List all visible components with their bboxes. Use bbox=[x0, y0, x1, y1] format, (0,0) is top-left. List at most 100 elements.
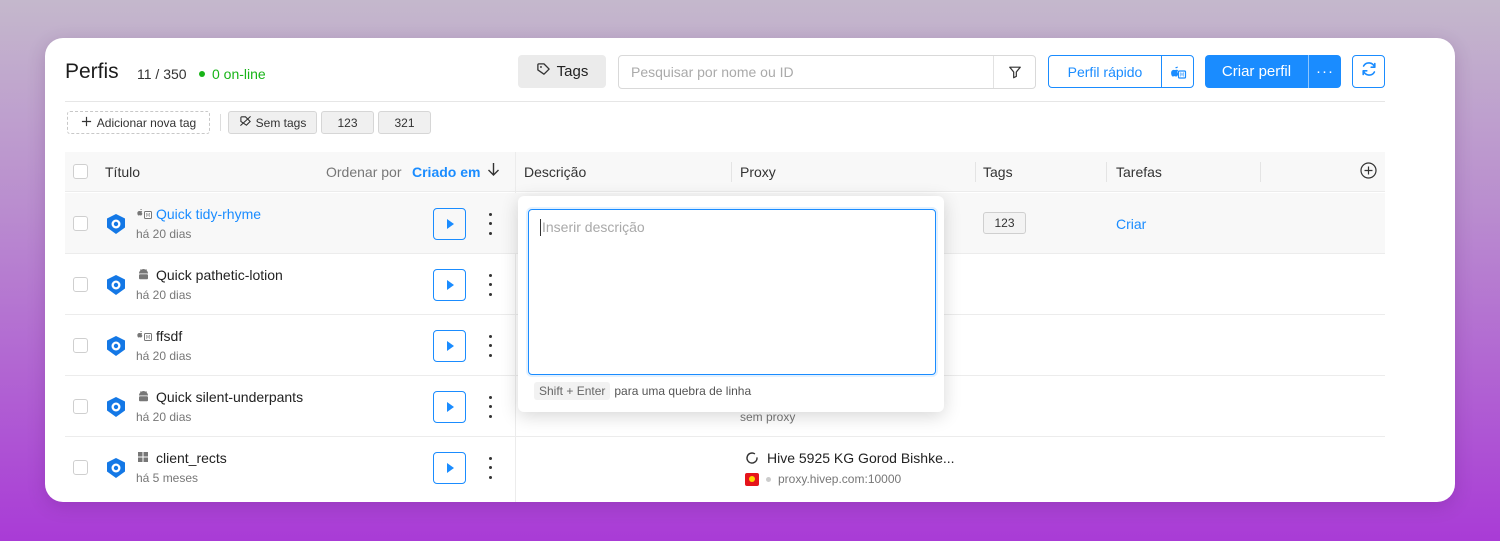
play-icon bbox=[446, 463, 454, 473]
browser-icon bbox=[107, 458, 125, 478]
column-divider bbox=[731, 162, 732, 182]
profile-count: 11 / 350 bbox=[137, 66, 187, 82]
quick-profile-os-icon[interactable]: M bbox=[1162, 56, 1193, 87]
tag-icon bbox=[536, 62, 551, 81]
proxy-none-label: sem proxy bbox=[740, 410, 796, 424]
create-more-button[interactable]: ··· bbox=[1309, 55, 1341, 88]
android-icon bbox=[137, 390, 150, 406]
shortcut-key: Shift + Enter bbox=[534, 382, 611, 400]
tag-chip-321[interactable]: 321 bbox=[378, 111, 431, 134]
mac-android-icon: M bbox=[137, 207, 153, 223]
profile-created-time: há 20 dias bbox=[136, 227, 192, 241]
profile-name[interactable]: Quick pathetic-lotion bbox=[156, 267, 283, 283]
row-checkbox[interactable] bbox=[73, 338, 88, 353]
more-options-icon[interactable] bbox=[485, 271, 495, 299]
no-tag-icon bbox=[239, 115, 252, 130]
quick-profile-label: Perfil rápido bbox=[1049, 56, 1162, 87]
profile-name[interactable]: client_rects bbox=[156, 450, 227, 466]
status-dot-icon bbox=[766, 476, 771, 482]
proxy-name: Hive 5925 KG Gorod Bishke... bbox=[767, 450, 955, 466]
add-column-icon[interactable] bbox=[1360, 162, 1377, 182]
divider bbox=[220, 114, 221, 131]
profile-name[interactable]: Quick silent-underpants bbox=[156, 389, 303, 405]
proxy-host-line: proxy.hivep.com:10000 bbox=[745, 472, 901, 486]
add-tag-button[interactable]: Adicionar nova tag bbox=[67, 111, 210, 134]
profile-name[interactable]: ffsdf bbox=[156, 328, 182, 344]
play-button[interactable] bbox=[433, 208, 466, 240]
create-profile-button[interactable]: Criar perfil ··· bbox=[1205, 55, 1341, 88]
more-options-icon[interactable] bbox=[485, 454, 495, 482]
tag-chip-123[interactable]: 123 bbox=[321, 111, 374, 134]
play-button[interactable] bbox=[433, 452, 466, 484]
browser-icon bbox=[107, 275, 125, 295]
more-options-icon[interactable] bbox=[485, 393, 495, 421]
svg-text:M: M bbox=[1179, 72, 1183, 78]
refresh-icon bbox=[1360, 60, 1378, 83]
proxy-cell[interactable]: Hive 5925 KG Gorod Bishke... bbox=[745, 450, 955, 466]
create-profile-label: Criar perfil bbox=[1205, 55, 1309, 88]
row-checkbox[interactable] bbox=[73, 399, 88, 414]
online-dot-icon bbox=[199, 71, 205, 77]
row-checkbox[interactable] bbox=[73, 216, 88, 231]
row-tag-badge[interactable]: 123 bbox=[983, 212, 1026, 234]
page-title: Perfis bbox=[65, 60, 119, 83]
quick-profile-button[interactable]: Perfil rápido M bbox=[1048, 55, 1194, 88]
tags-button-label: Tags bbox=[556, 63, 589, 80]
more-options-icon[interactable] bbox=[485, 210, 495, 238]
more-options-icon[interactable] bbox=[485, 332, 495, 360]
line-break-hint: Shift + Enter para uma quebra de linha bbox=[534, 382, 751, 400]
filter-icon[interactable] bbox=[993, 56, 1035, 88]
online-label: 0 on-line bbox=[212, 66, 266, 82]
no-tags-chip[interactable]: Sem tags bbox=[228, 111, 317, 134]
browser-icon bbox=[107, 336, 125, 356]
column-tasks: Tarefas bbox=[1116, 164, 1162, 180]
tags-button[interactable]: Tags bbox=[518, 55, 606, 88]
row-checkbox[interactable] bbox=[73, 460, 88, 475]
proxy-host: proxy.hivep.com:10000 bbox=[778, 472, 902, 486]
browser-icon bbox=[107, 214, 125, 234]
arrow-down-icon[interactable] bbox=[487, 162, 500, 180]
profile-created-time: há 20 dias bbox=[136, 410, 192, 424]
no-tags-label: Sem tags bbox=[255, 115, 307, 130]
order-field-link[interactable]: Criado em bbox=[412, 164, 480, 180]
search-placeholder: Pesquisar por nome ou ID bbox=[631, 64, 794, 80]
svg-text:M: M bbox=[146, 335, 150, 341]
profile-name[interactable]: Quick tidy-rhyme bbox=[156, 206, 261, 222]
row-checkbox[interactable] bbox=[73, 277, 88, 292]
description-placeholder: Inserir descrição bbox=[542, 219, 645, 235]
search-input[interactable]: Pesquisar por nome ou ID bbox=[618, 55, 1036, 89]
plus-icon bbox=[81, 116, 92, 130]
description-textarea[interactable]: Inserir descrição bbox=[528, 209, 936, 375]
loading-icon bbox=[746, 452, 758, 464]
column-description: Descrição bbox=[524, 164, 587, 180]
refresh-button[interactable] bbox=[1352, 55, 1385, 88]
profile-created-time: há 20 dias bbox=[136, 349, 192, 363]
mac-android-icon: M bbox=[137, 329, 153, 345]
column-divider bbox=[1106, 162, 1107, 182]
kyrgyzstan-flag-icon bbox=[745, 472, 759, 486]
description-popover: Inserir descrição Shift + Enter para uma… bbox=[518, 196, 944, 412]
play-button[interactable] bbox=[433, 391, 466, 423]
shortcut-hint-text: para uma quebra de linha bbox=[614, 384, 752, 398]
column-title: Título bbox=[105, 164, 141, 180]
table-header: Título Ordenar por Criado em Descrição P… bbox=[65, 152, 1385, 192]
browser-icon bbox=[107, 397, 125, 417]
table-row[interactable]: client_rects há 5 meses Hive 5925 KG Gor… bbox=[65, 437, 1385, 498]
order-by-label: Ordenar por bbox=[326, 164, 402, 180]
play-button[interactable] bbox=[433, 330, 466, 362]
create-task-link[interactable]: Criar bbox=[1116, 216, 1146, 232]
column-tags: Tags bbox=[983, 164, 1013, 180]
android-icon bbox=[137, 268, 150, 284]
play-icon bbox=[446, 402, 454, 412]
profile-created-time: há 5 meses bbox=[136, 471, 199, 485]
play-icon bbox=[446, 280, 454, 290]
online-status: 0 on-line bbox=[199, 66, 266, 82]
select-all-checkbox[interactable] bbox=[73, 164, 88, 179]
header-bar: Perfis 11 / 350 0 on-line Tags Pesquisar… bbox=[65, 55, 1385, 102]
column-divider bbox=[975, 162, 976, 182]
svg-text:M: M bbox=[146, 213, 150, 219]
play-button[interactable] bbox=[433, 269, 466, 301]
profile-created-time: há 20 dias bbox=[136, 288, 192, 302]
column-divider bbox=[1260, 162, 1261, 182]
play-icon bbox=[446, 341, 454, 351]
